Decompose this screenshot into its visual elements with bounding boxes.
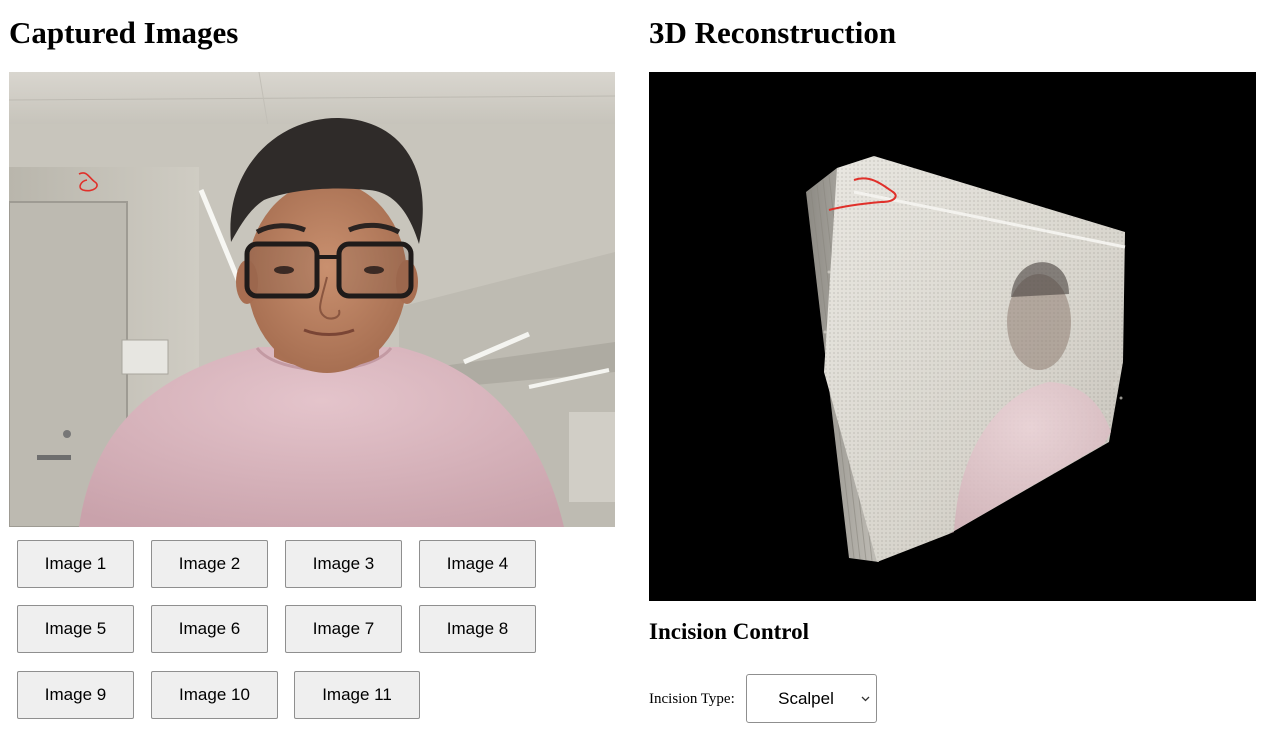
image-11-button[interactable]: Image 11	[294, 671, 420, 719]
reconstruction-title: 3D Reconstruction	[649, 15, 897, 50]
image-4-button[interactable]: Image 4	[419, 540, 536, 588]
image-10-button[interactable]: Image 10	[151, 671, 278, 719]
page: Captured Images 3D Reconstruction Image …	[0, 0, 1280, 730]
image-2-button[interactable]: Image 2	[151, 540, 268, 588]
image-6-button[interactable]: Image 6	[151, 605, 268, 653]
point-cloud-render	[806, 156, 1126, 562]
image-3-button[interactable]: Image 3	[285, 540, 402, 588]
incision-type-select[interactable]: Scalpel	[746, 674, 877, 723]
captured-images-title: Captured Images	[9, 15, 239, 50]
incision-type-value: Scalpel	[778, 688, 834, 708]
captured-photo	[9, 72, 615, 527]
chevron-down-icon	[857, 696, 873, 702]
image-9-button[interactable]: Image 9	[17, 671, 134, 719]
image-7-button[interactable]: Image 7	[285, 605, 402, 653]
reconstruction-viewport[interactable]	[649, 72, 1256, 601]
captured-image-preview[interactable]	[9, 72, 615, 527]
incision-control-title: Incision Control	[649, 619, 809, 644]
incision-type-label: Incision Type:	[649, 691, 735, 707]
image-1-button[interactable]: Image 1	[17, 540, 134, 588]
image-5-button[interactable]: Image 5	[17, 605, 134, 653]
image-8-button[interactable]: Image 8	[419, 605, 536, 653]
